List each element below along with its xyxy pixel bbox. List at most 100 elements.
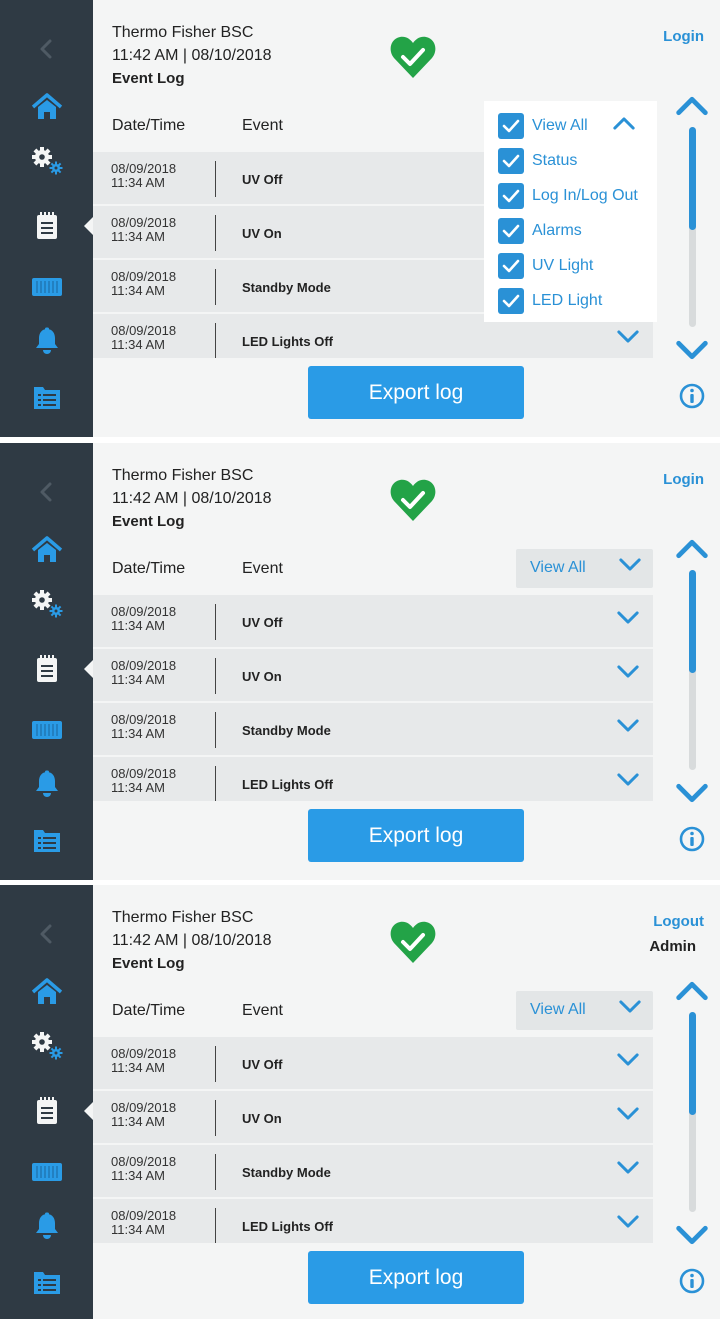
row-event: UV On [242, 669, 282, 684]
filter-select[interactable]: View All [516, 549, 653, 588]
expand-row-chevron-down-icon[interactable] [617, 773, 639, 791]
checkbox-checked-icon[interactable] [498, 288, 524, 314]
nav-calendar-list[interactable] [0, 1255, 93, 1309]
checkbox-checked-icon[interactable] [498, 148, 524, 174]
scrollbar-thumb[interactable] [689, 127, 696, 230]
scrollbar-thumb[interactable] [689, 570, 696, 673]
nav-back-arrow[interactable] [0, 907, 93, 961]
export-log-button[interactable]: Export log [308, 1251, 524, 1304]
back-arrow-icon [36, 38, 58, 60]
checkbox-checked-icon[interactable] [498, 253, 524, 279]
nav-home[interactable] [0, 965, 93, 1019]
table-row[interactable]: 08/09/2018 11:34 AM Standby Mode [93, 1145, 653, 1197]
nav-home[interactable] [0, 80, 93, 134]
company-name: Thermo Fisher BSC [112, 467, 254, 484]
scroll-up-chevron-icon[interactable] [676, 981, 708, 1006]
expand-row-chevron-down-icon[interactable] [617, 611, 639, 629]
filter-dropdown: View All Status Log In/Log Out Alarms UV… [484, 101, 657, 322]
row-datetime: 08/09/2018 11:34 AM [111, 1047, 176, 1075]
expand-row-chevron-down-icon[interactable] [617, 1107, 639, 1125]
row-event: Standby Mode [242, 280, 331, 295]
export-log-button[interactable]: Export log [308, 809, 524, 862]
scroll-down-chevron-icon[interactable] [676, 1225, 708, 1250]
scroll-up-chevron-icon[interactable] [676, 96, 708, 121]
nav-clipboard[interactable] [0, 199, 94, 253]
checkbox-checked-icon[interactable] [498, 113, 524, 139]
scrollbar-track[interactable] [689, 127, 696, 327]
row-event: UV On [242, 226, 282, 241]
login-link[interactable]: Login [663, 28, 704, 45]
table-row[interactable]: 08/09/2018 11:34 AM UV Off [93, 595, 653, 647]
status-heart-check-icon [389, 477, 437, 528]
sidebar [0, 0, 94, 437]
nav-bell[interactable] [0, 314, 93, 368]
row-time: 11:34 AM [111, 337, 165, 352]
scroll-down-chevron-icon[interactable] [676, 340, 708, 365]
export-log-button[interactable]: Export log [308, 366, 524, 419]
row-divider [215, 766, 216, 801]
expand-row-chevron-down-icon[interactable] [617, 1161, 639, 1179]
row-divider [215, 1208, 216, 1243]
row-datetime: 08/09/2018 11:34 AM [111, 1209, 176, 1237]
table-row[interactable]: 08/09/2018 11:34 AM LED Lights Off [93, 757, 653, 801]
nav-calendar-list[interactable] [0, 813, 93, 867]
info-icon[interactable] [679, 826, 705, 857]
nav-settings-gears[interactable] [0, 134, 93, 188]
collapse-filter-chevron-up-icon[interactable] [613, 117, 635, 135]
nav-calendar-list[interactable] [0, 370, 93, 424]
filter-option[interactable]: Status [498, 147, 577, 175]
nav-bell[interactable] [0, 1199, 93, 1253]
row-datetime: 08/09/2018 11:34 AM [111, 767, 176, 795]
nav-filter-cassette[interactable] [0, 703, 93, 757]
nav-settings-gears[interactable] [0, 577, 93, 631]
expand-row-chevron-down-icon[interactable] [617, 330, 639, 348]
logout-link[interactable]: Logout [653, 913, 704, 930]
table-row[interactable]: 08/09/2018 11:34 AM Standby Mode [93, 703, 653, 755]
table-row[interactable]: 08/09/2018 11:34 AM UV On [93, 649, 653, 701]
nav-back-arrow[interactable] [0, 22, 93, 76]
table-row[interactable]: 08/09/2018 11:34 AM LED Lights Off [93, 1199, 653, 1243]
expand-row-chevron-down-icon[interactable] [617, 719, 639, 737]
nav-back-arrow[interactable] [0, 465, 93, 519]
filter-cassette-icon [31, 276, 63, 298]
filter-option[interactable]: View All [498, 112, 588, 140]
filter-option[interactable]: Alarms [498, 217, 582, 245]
sidebar [0, 885, 94, 1319]
nav-settings-gears[interactable] [0, 1019, 93, 1073]
scroll-up-chevron-icon[interactable] [676, 539, 708, 564]
scroll-down-chevron-icon[interactable] [676, 783, 708, 808]
row-divider [215, 1046, 216, 1082]
filter-option[interactable]: Log In/Log Out [498, 182, 638, 210]
row-date: 08/09/2018 [111, 1154, 177, 1169]
event-table: 08/09/2018 11:34 AM UV Off 08/09/2018 11:3… [93, 1037, 653, 1243]
info-icon[interactable] [679, 1268, 705, 1299]
row-time: 11:34 AM [111, 283, 165, 298]
nav-clipboard[interactable] [0, 642, 94, 696]
nav-clipboard[interactable] [0, 1084, 94, 1138]
scrollbar-track[interactable] [689, 570, 696, 770]
checkbox-checked-icon[interactable] [498, 218, 524, 244]
status-heart-check-icon [389, 919, 437, 970]
filter-option[interactable]: LED Light [498, 287, 602, 315]
table-row[interactable]: 08/09/2018 11:34 AM UV Off [93, 1037, 653, 1089]
nav-home[interactable] [0, 523, 93, 577]
row-time: 11:34 AM [111, 1222, 165, 1237]
checkbox-checked-icon[interactable] [498, 183, 524, 209]
expand-row-chevron-down-icon[interactable] [617, 665, 639, 683]
nav-filter-cassette[interactable] [0, 1145, 93, 1199]
login-link[interactable]: Login [663, 471, 704, 488]
filter-cassette-icon [31, 1161, 63, 1183]
current-datetime: 11:42 AM | 08/10/2018 [112, 47, 272, 64]
table-row[interactable]: 08/09/2018 11:34 AM UV On [93, 1091, 653, 1143]
expand-row-chevron-down-icon[interactable] [617, 1215, 639, 1233]
filter-option[interactable]: UV Light [498, 252, 593, 280]
nav-bell[interactable] [0, 757, 93, 811]
expand-row-chevron-down-icon[interactable] [617, 1053, 639, 1071]
page-title: Event Log [112, 955, 185, 972]
info-icon[interactable] [679, 383, 705, 414]
scrollbar-track[interactable] [689, 1012, 696, 1212]
row-datetime: 08/09/2018 11:34 AM [111, 270, 176, 298]
nav-filter-cassette[interactable] [0, 260, 93, 314]
filter-select[interactable]: View All [516, 991, 653, 1030]
scrollbar-thumb[interactable] [689, 1012, 696, 1115]
